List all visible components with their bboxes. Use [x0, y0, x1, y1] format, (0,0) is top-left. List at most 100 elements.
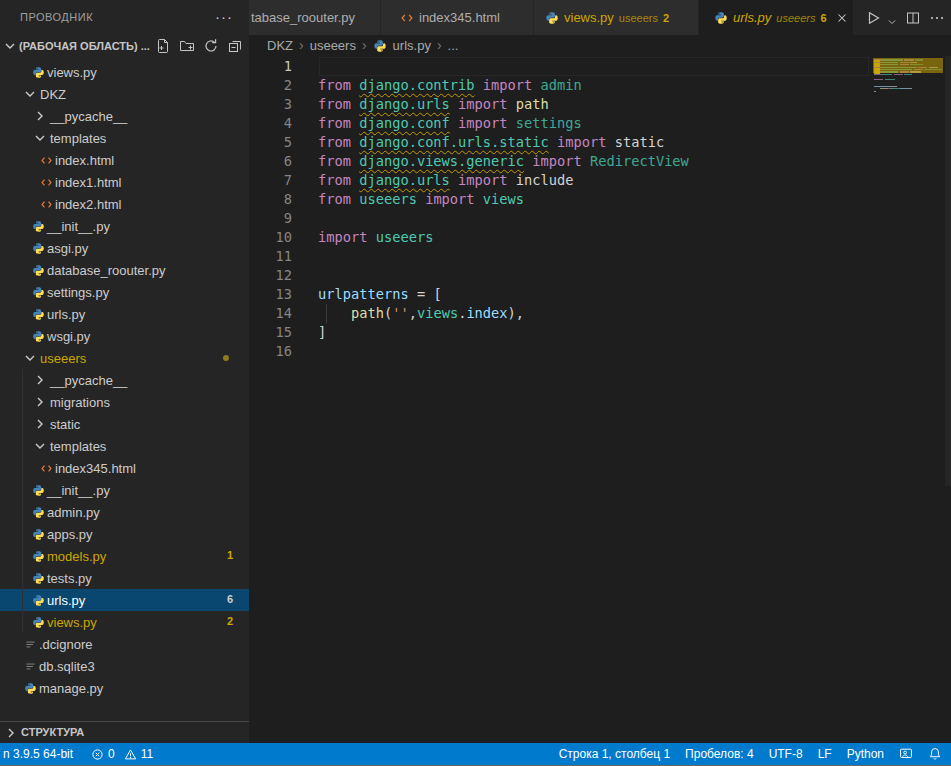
tab-index345-html[interactable]: index345.html: [381, 0, 533, 35]
tree-item-admin-py[interactable]: admin.py: [0, 501, 249, 523]
tab-tabase-roouter-py[interactable]: tabase_roouter.py: [249, 0, 380, 35]
tree-indent-guide: [22, 369, 23, 633]
workspace-section-header[interactable]: (РАБОЧАЯ ОБЛАСТЬ) ...: [0, 35, 249, 57]
collapse-all-icon[interactable]: [227, 38, 243, 54]
run-icon[interactable]: [865, 10, 881, 26]
tree-item-db-sqlite3[interactable]: db.sqlite3: [0, 655, 249, 677]
code-token: import: [458, 115, 507, 131]
file-tree: views.pyDKZ__pycache__templatesindex.htm…: [0, 61, 249, 699]
code-token: [549, 134, 557, 150]
tree-item-index2-html[interactable]: index2.html: [0, 193, 249, 215]
status-error[interactable]: 0: [91, 747, 115, 761]
minimap-line: [909, 88, 912, 89]
code-token: [532, 77, 540, 93]
tree-item--init-py[interactable]: __init__.py: [0, 479, 249, 501]
code-text: from django.contrib import admin: [318, 76, 582, 95]
tree-item-templates[interactable]: templates: [0, 435, 249, 457]
code-text: urlpatterns = [: [318, 285, 442, 304]
code-token: include: [516, 172, 574, 188]
new-folder-icon[interactable]: [179, 38, 195, 54]
breadcrumb-item[interactable]: DKZ: [267, 38, 293, 53]
tree-item-label: urls.py: [47, 307, 85, 322]
tree-item-urls-py[interactable]: urls.py: [0, 303, 249, 325]
new-file-icon[interactable]: [155, 38, 171, 54]
status-item[interactable]: Python: [847, 747, 884, 761]
tree-item-useeers[interactable]: useeers: [0, 347, 249, 369]
line-number: 1: [249, 57, 292, 76]
minimap-line: [874, 91, 876, 92]
status-item[interactable]: LF: [818, 747, 832, 761]
breadcrumb[interactable]: DKZ›useeers›urls.py›...: [249, 35, 951, 56]
tab-urls-py[interactable]: urls.pyuseeers6: [699, 0, 853, 35]
tree-item--dcignore[interactable]: .dcignore: [0, 633, 249, 655]
status-bell[interactable]: [928, 747, 942, 761]
tree-item-label: db.sqlite3: [39, 659, 95, 674]
status-text: Пробелов: 4: [685, 747, 754, 761]
tree-item-apps-py[interactable]: apps.py: [0, 523, 249, 545]
status-item[interactable]: Строка 1, столбец 1: [559, 747, 670, 761]
close-icon[interactable]: [835, 11, 849, 25]
problems-count-badge: 2: [227, 615, 233, 627]
line-number: 12: [249, 266, 292, 285]
tree-item-manage-py[interactable]: manage.py: [0, 677, 249, 699]
tree-item-settings-py[interactable]: settings.py: [0, 281, 249, 303]
tree-item-templates[interactable]: templates: [0, 127, 249, 149]
tree-item-index1-html[interactable]: index1.html: [0, 171, 249, 193]
scrollbar[interactable]: [945, 56, 951, 486]
code-token: [582, 153, 590, 169]
status-feedback[interactable]: [899, 747, 913, 761]
tab-views-py[interactable]: views.pyuseeers2: [534, 0, 698, 35]
explorer-header: ПРОВОДНИК ···: [0, 0, 249, 35]
tree-item-views-py[interactable]: views.py2: [0, 611, 249, 633]
code-editor[interactable]: 12from django.contrib import admin3from …: [249, 56, 951, 743]
tree-item-migrations[interactable]: migrations: [0, 391, 249, 413]
tab-problems-badge: 6: [820, 12, 826, 24]
python-icon: [30, 284, 46, 300]
code-token: ),: [508, 305, 524, 321]
tree-item-views-py[interactable]: views.py: [0, 61, 249, 83]
chevron-down-icon: [2, 38, 18, 54]
tree-item-tests-py[interactable]: tests.py: [0, 567, 249, 589]
status-warning[interactable]: 11: [124, 747, 153, 761]
code-token: django.conf: [359, 115, 450, 131]
tree-item-static[interactable]: static: [0, 413, 249, 435]
tree-item--init-py[interactable]: __init__.py: [0, 215, 249, 237]
breadcrumb-item[interactable]: urls.py: [393, 38, 431, 53]
status-text: Python: [847, 747, 884, 761]
tree-item-label: database_roouter.py: [47, 263, 166, 278]
explorer-more-actions-icon[interactable]: ···: [215, 8, 233, 25]
status-text: Строка 1, столбец 1: [559, 747, 670, 761]
python-icon: [30, 504, 46, 520]
structure-section-header[interactable]: СТРУКТУРА: [0, 721, 249, 743]
status-python-version[interactable]: n 3.9.5 64-bit: [3, 747, 73, 761]
tree-item-dkz[interactable]: DKZ: [0, 83, 249, 105]
tree-item--pycache-[interactable]: __pycache__: [0, 369, 249, 391]
breadcrumb-item[interactable]: useeers: [310, 38, 356, 53]
split-editor-icon[interactable]: [905, 10, 921, 26]
breadcrumb-item[interactable]: ...: [448, 38, 459, 53]
python-icon: [30, 614, 46, 630]
tree-item-index345-html[interactable]: index345.html: [0, 457, 249, 479]
refresh-icon[interactable]: [203, 38, 219, 54]
code-token: [475, 191, 483, 207]
code-text: from django.conf.urls.static import stat…: [318, 133, 664, 152]
tab-label: urls.py: [733, 10, 771, 25]
line-number: 6: [249, 152, 292, 171]
code-token: (: [384, 305, 392, 321]
tree-item-database-roouter-py[interactable]: database_roouter.py: [0, 259, 249, 281]
minimap[interactable]: [870, 56, 945, 743]
run-dropdown-icon[interactable]: [887, 13, 897, 23]
tree-item-asgi-py[interactable]: asgi.py: [0, 237, 249, 259]
tree-item-index-html[interactable]: index.html: [0, 149, 249, 171]
tree-item-urls-py[interactable]: urls.py6: [0, 589, 249, 611]
status-item[interactable]: Пробелов: 4: [685, 747, 754, 761]
python-icon: [30, 548, 46, 564]
code-text: path('',views.index),: [318, 304, 524, 323]
tree-item-wsgi-py[interactable]: wsgi.py: [0, 325, 249, 347]
status-item[interactable]: UTF-8: [769, 747, 803, 761]
more-actions-icon[interactable]: [929, 10, 945, 26]
status-bar: n 3.9.5 64-bit 0 11 Строка 1, столбец 1 Про…: [0, 743, 951, 765]
tree-item--pycache-[interactable]: __pycache__: [0, 105, 249, 127]
tree-item-label: asgi.py: [47, 241, 88, 256]
tree-item-models-py[interactable]: models.py1: [0, 545, 249, 567]
